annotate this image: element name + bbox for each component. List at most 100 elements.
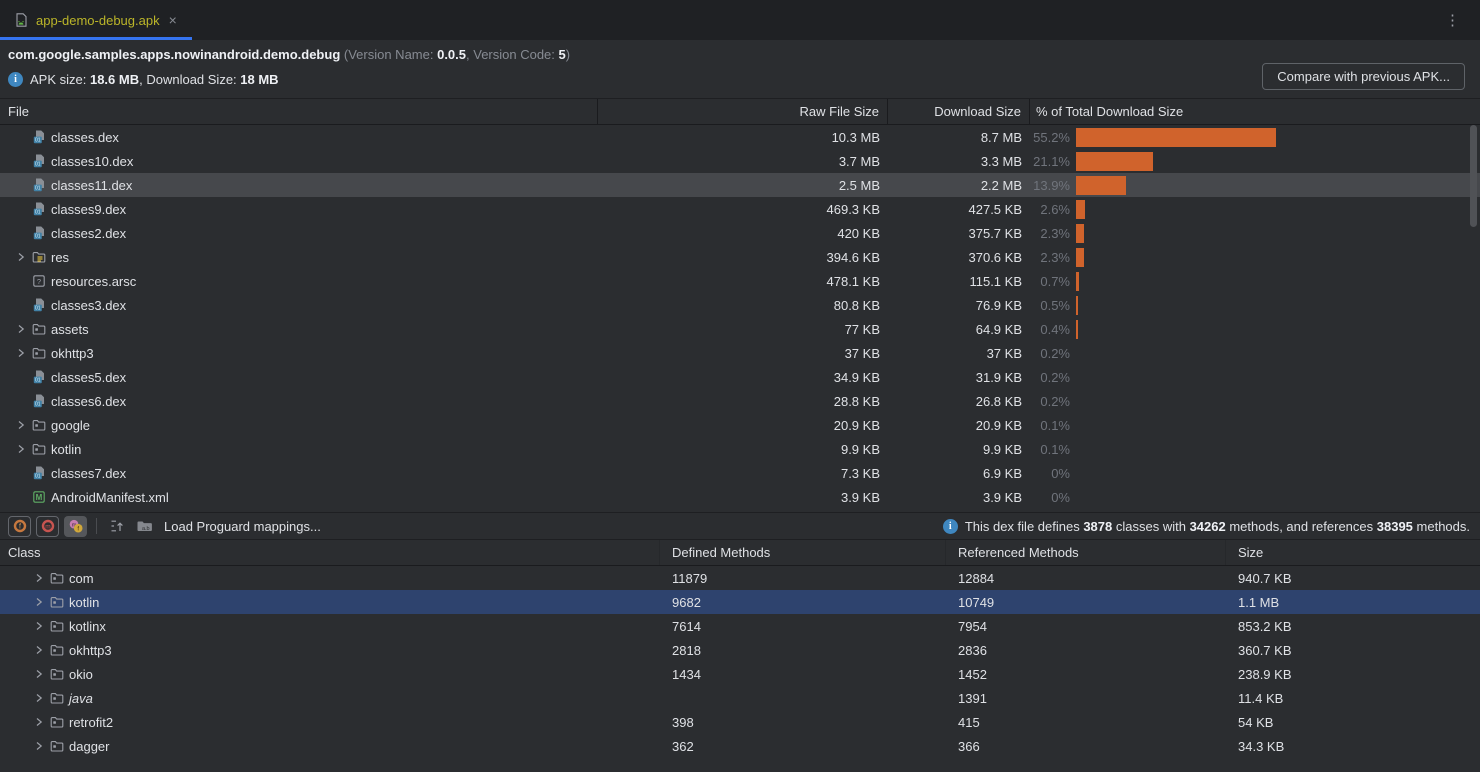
class-row-kotlin[interactable]: kotlin9682107491.1 MB bbox=[0, 590, 1480, 614]
referenced-methods: 1452 bbox=[946, 667, 1226, 682]
file-name: kotlin bbox=[51, 442, 81, 457]
expand-chevron[interactable] bbox=[32, 573, 45, 583]
file-row-assets[interactable]: assets77 KB64.9 KB0.4% bbox=[0, 317, 1480, 341]
class-row-java[interactable]: java139111.4 KB bbox=[0, 686, 1480, 710]
dex-file-icon: 01 bbox=[31, 225, 47, 241]
dex-file-icon: 01 bbox=[31, 177, 47, 193]
file-row-google[interactable]: google20.9 KB20.9 KB0.1% bbox=[0, 413, 1480, 437]
percent-bar bbox=[1076, 272, 1079, 291]
expand-chevron[interactable] bbox=[32, 669, 45, 679]
class-row-okio[interactable]: okio14341452238.9 KB bbox=[0, 662, 1480, 686]
package-name: com.google.samples.apps.nowinandroid.dem… bbox=[8, 47, 340, 62]
download-size: 3.9 KB bbox=[888, 490, 1030, 505]
column-header-file[interactable]: File bbox=[0, 99, 598, 124]
load-mappings-button[interactable]: a.b bbox=[133, 516, 155, 537]
file-row-kotlin[interactable]: kotlin9.9 KB9.9 KB0.1% bbox=[0, 437, 1480, 461]
percent-label: 13.9% bbox=[1030, 178, 1076, 193]
show-methods-toggle[interactable]: m bbox=[36, 516, 59, 537]
class-row-dagger[interactable]: dagger36236634.3 KB bbox=[0, 734, 1480, 758]
compare-apk-button[interactable]: Compare with previous APK... bbox=[1262, 63, 1465, 90]
show-fields-toggle[interactable]: f bbox=[8, 516, 31, 537]
file-name-cell: assets bbox=[0, 321, 598, 337]
show-all-members-toggle[interactable]: m f bbox=[64, 516, 87, 537]
file-row-classes.dex[interactable]: 01classes.dex10.3 MB8.7 MB55.2% bbox=[0, 125, 1480, 149]
class-table-body: com1187912884940.7 KB kotlin9682107491.1… bbox=[0, 566, 1480, 772]
file-row-classes9.dex[interactable]: 01classes9.dex469.3 KB427.5 KB2.6% bbox=[0, 197, 1480, 221]
class-row-okhttp3[interactable]: okhttp328182836360.7 KB bbox=[0, 638, 1480, 662]
file-row-AndroidManifest.xml[interactable]: MAndroidManifest.xml3.9 KB3.9 KB0% bbox=[0, 485, 1480, 509]
download-size-value: 18 MB bbox=[240, 72, 278, 87]
tab-close-icon[interactable]: × bbox=[167, 13, 179, 27]
raw-file-size: 478.1 KB bbox=[598, 274, 888, 289]
expand-chevron[interactable] bbox=[32, 693, 45, 703]
class-size: 238.9 KB bbox=[1226, 667, 1480, 682]
file-name-cell: okhttp3 bbox=[0, 345, 598, 361]
expand-chevron[interactable] bbox=[14, 348, 27, 358]
percent-bar bbox=[1076, 248, 1084, 267]
info-icon: i bbox=[8, 72, 23, 87]
class-size: 1.1 MB bbox=[1226, 595, 1480, 610]
expand-chevron[interactable] bbox=[32, 597, 45, 607]
percent-bar bbox=[1076, 320, 1078, 339]
apk-header: com.google.samples.apps.nowinandroid.dem… bbox=[0, 40, 1480, 98]
expand-chevron[interactable] bbox=[14, 252, 27, 262]
file-name-cell: 01classes9.dex bbox=[0, 201, 598, 217]
percent-label: 0.7% bbox=[1030, 274, 1076, 289]
class-row-com[interactable]: com1187912884940.7 KB bbox=[0, 566, 1480, 590]
percent-label: 0% bbox=[1030, 490, 1076, 505]
column-header-referenced-methods[interactable]: Referenced Methods bbox=[946, 540, 1226, 565]
raw-file-size: 10.3 MB bbox=[598, 130, 888, 145]
chevron-right-icon bbox=[16, 348, 26, 358]
apk-size-line: i APK size: 18.6 MB, Download Size: 18 M… bbox=[0, 62, 1480, 90]
class-name: okhttp3 bbox=[69, 643, 112, 658]
file-row-classes11.dex[interactable]: 01classes11.dex2.5 MB2.2 MB13.9% bbox=[0, 173, 1480, 197]
expand-chevron[interactable] bbox=[32, 717, 45, 727]
class-size: 34.3 KB bbox=[1226, 739, 1480, 754]
raw-file-size: 2.5 MB bbox=[598, 178, 888, 193]
class-row-kotlinx[interactable]: kotlinx76147954853.2 KB bbox=[0, 614, 1480, 638]
file-row-classes3.dex[interactable]: 01classes3.dex80.8 KB76.9 KB0.5% bbox=[0, 293, 1480, 317]
file-row-classes10.dex[interactable]: 01classes10.dex3.7 MB3.3 MB21.1% bbox=[0, 149, 1480, 173]
expand-chevron[interactable] bbox=[14, 324, 27, 334]
class-name-cell: dagger bbox=[0, 738, 660, 754]
expand-chevron[interactable] bbox=[14, 444, 27, 454]
file-row-classes7.dex[interactable]: 01classes7.dex7.3 KB6.9 KB0% bbox=[0, 461, 1480, 485]
dex-file-icon: 01 bbox=[31, 369, 47, 385]
package-folder-icon bbox=[31, 321, 47, 337]
expand-tree-button[interactable] bbox=[106, 516, 128, 537]
class-size: 11.4 KB bbox=[1226, 691, 1480, 706]
class-table-header: Class Defined Methods Referenced Methods… bbox=[0, 539, 1480, 566]
file-row-classes2.dex[interactable]: 01classes2.dex420 KB375.7 KB2.3% bbox=[0, 221, 1480, 245]
expand-chevron[interactable] bbox=[32, 645, 45, 655]
column-header-size[interactable]: Size bbox=[1226, 540, 1480, 565]
file-row-okhttp3[interactable]: okhttp337 KB37 KB0.2% bbox=[0, 341, 1480, 365]
package-folder-icon bbox=[49, 714, 65, 730]
class-name: java bbox=[69, 691, 93, 706]
class-name: okio bbox=[69, 667, 93, 682]
percent-bar bbox=[1076, 128, 1276, 147]
file-name-cell: 01classes5.dex bbox=[0, 369, 598, 385]
svg-text:01: 01 bbox=[35, 210, 41, 216]
download-size: 115.1 KB bbox=[888, 274, 1030, 289]
tab-apk-file[interactable]: app-demo-debug.apk × bbox=[0, 0, 192, 40]
file-row-resources.arsc[interactable]: ?resources.arsc478.1 KB115.1 KB0.7% bbox=[0, 269, 1480, 293]
percent-label: 2.3% bbox=[1030, 250, 1076, 265]
column-header-download-size[interactable]: Download Size bbox=[888, 99, 1030, 124]
expand-chevron[interactable] bbox=[32, 621, 45, 631]
column-header-raw-size[interactable]: Raw File Size bbox=[598, 99, 888, 124]
expand-chevron[interactable] bbox=[14, 420, 27, 430]
vertical-scrollbar[interactable] bbox=[1470, 125, 1477, 227]
expand-chevron[interactable] bbox=[32, 741, 45, 751]
file-name-cell: 01classes11.dex bbox=[0, 177, 598, 193]
raw-file-size: 394.6 KB bbox=[598, 250, 888, 265]
overflow-menu-icon[interactable]: ⋮ bbox=[1439, 9, 1466, 31]
class-name-cell: kotlin bbox=[0, 594, 660, 610]
file-row-res[interactable]: res394.6 KB370.6 KB2.3% bbox=[0, 245, 1480, 269]
class-row-retrofit2[interactable]: retrofit239841554 KB bbox=[0, 710, 1480, 734]
column-header-class[interactable]: Class bbox=[0, 540, 660, 565]
file-row-classes6.dex[interactable]: 01classes6.dex28.8 KB26.8 KB0.2% bbox=[0, 389, 1480, 413]
column-header-percent[interactable]: % of Total Download Size bbox=[1030, 99, 1480, 124]
file-row-classes5.dex[interactable]: 01classes5.dex34.9 KB31.9 KB0.2% bbox=[0, 365, 1480, 389]
column-header-defined-methods[interactable]: Defined Methods bbox=[660, 540, 946, 565]
percent-bar bbox=[1076, 224, 1084, 243]
